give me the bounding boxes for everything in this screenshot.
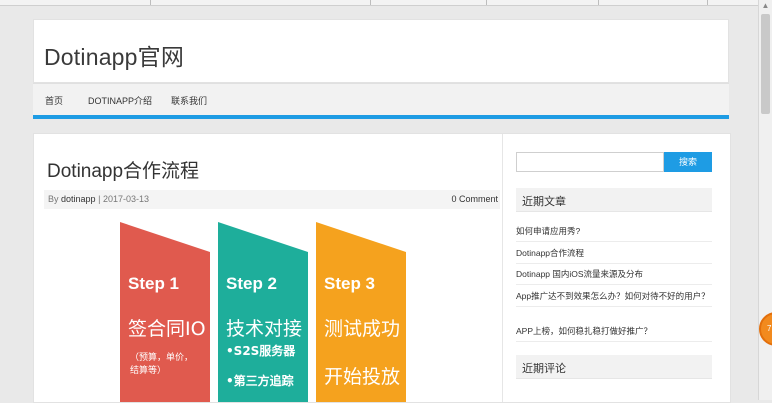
step-1-card: Step 1 签合同IO （预算，单价， 结算等） [120, 222, 212, 402]
site-title[interactable]: Dotinapp官网 [44, 38, 184, 72]
recent-post-link[interactable]: APP上榜，如何稳扎稳打做好推广？ [516, 325, 712, 342]
recent-comments-heading: 近期评论 [522, 363, 566, 375]
step-2-card: Step 2 技术对接 •S2S服务器 •第三方追踪 [218, 222, 310, 402]
post-title[interactable]: Dotinapp合作流程 [47, 156, 199, 183]
scrollbar-thumb[interactable] [761, 14, 770, 114]
post-date[interactable]: 2017-03-13 [103, 194, 149, 204]
process-infographic: Step 1 签合同IO （预算，单价， 结算等） Step 2 技术对接 •S… [118, 222, 418, 402]
step-2-bullet1: •S2S服务器 [226, 344, 296, 358]
byline-prefix: By [48, 194, 59, 204]
recent-posts-heading: 近期文章 [522, 196, 566, 208]
post-meta: By dotinapp | 2017-03-13 0 Comment [44, 190, 500, 209]
step-2-text: 技术对接 [226, 318, 303, 340]
post-byline: By dotinapp | 2017-03-13 [48, 194, 149, 204]
byline-separator: | [98, 194, 101, 204]
step-3-card: Step 3 测试成功 开始投放 [316, 222, 408, 402]
main-navigation: 首页 DOTINAPP介绍 联系我们 [33, 83, 729, 119]
page-wrapper: Dotinapp官网 首页 DOTINAPP介绍 联系我们 Dotinapp合作… [33, 19, 731, 403]
nav-item-about[interactable]: DOTINAPP介绍 [88, 94, 152, 107]
step-1-sub2: 结算等） [130, 366, 167, 376]
recent-comments-title: 近期评论 [516, 355, 712, 379]
step-3-text2: 开始投放 [324, 366, 401, 388]
content-area: Dotinapp合作流程 By dotinapp | 2017-03-13 0 … [33, 133, 731, 403]
recent-post-link[interactable]: App推广达不到效果怎么办？如何对待不好的用户？ [516, 290, 712, 307]
step-2-heading: Step 2 [226, 274, 278, 293]
step-2-bullet2: •第三方追踪 [226, 374, 294, 388]
step-1-heading: Step 1 [128, 274, 180, 293]
site-header: Dotinapp官网 [33, 19, 729, 83]
scroll-up-icon[interactable]: ▲ [761, 2, 770, 10]
post-comments-link[interactable]: 0 Comment [451, 194, 498, 204]
recent-post-link[interactable]: Dotinapp 国内iOS流量来源及分布 [516, 268, 712, 285]
nav-item-home[interactable]: 首页 [45, 94, 63, 107]
sidebar: 搜索 近期文章 如何申请应用秀? Dotinapp合作流程 Dotinapp 国… [514, 134, 714, 402]
post-author-link[interactable]: dotinapp [61, 194, 96, 204]
recent-post-link[interactable]: Dotinapp合作流程 [516, 247, 712, 264]
step-3-text: 测试成功 [324, 318, 401, 340]
browser-tab-strip [0, 0, 772, 6]
post-main: Dotinapp合作流程 By dotinapp | 2017-03-13 0 … [34, 134, 503, 402]
step-3-heading: Step 3 [324, 274, 376, 293]
recent-posts-title: 近期文章 [516, 188, 712, 212]
recent-post-link[interactable]: 如何申请应用秀? [516, 225, 712, 242]
search-button[interactable]: 搜索 [664, 152, 712, 172]
nav-item-contact[interactable]: 联系我们 [171, 94, 207, 107]
step-1-sub1: （预算，单价， [130, 353, 194, 363]
step-1-text: 签合同IO [128, 318, 206, 340]
search-input[interactable] [516, 152, 664, 172]
